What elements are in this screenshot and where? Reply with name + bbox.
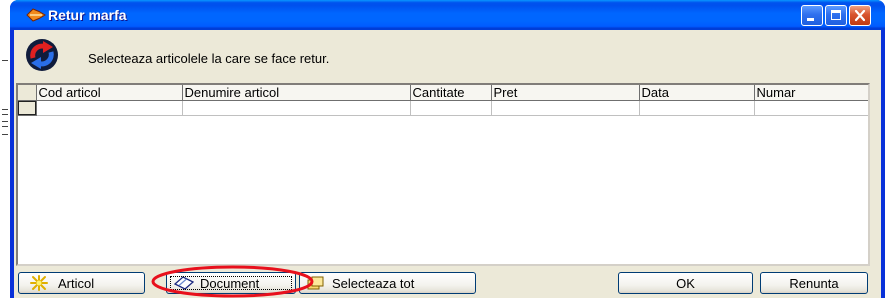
column-header-data[interactable]: Data xyxy=(639,85,755,101)
add-article-button[interactable]: Articol xyxy=(18,272,145,294)
items-grid[interactable]: Cod articol Denumire articol Cantitate P… xyxy=(16,83,870,266)
close-button[interactable] xyxy=(849,5,871,26)
instruction-text: Selecteaza articolele la care se face re… xyxy=(88,51,330,66)
select-all-button[interactable]: Selecteaza tot xyxy=(299,272,476,294)
column-header-pret[interactable]: Pret xyxy=(491,85,640,101)
cancel-button[interactable]: Renunta xyxy=(760,272,868,294)
cargo-icon xyxy=(26,8,46,22)
close-icon xyxy=(854,9,866,22)
column-header-denumire-articol[interactable]: Denumire articol xyxy=(182,85,411,101)
cell-numar[interactable] xyxy=(754,100,868,116)
maximize-icon xyxy=(831,10,841,20)
column-header-numar[interactable]: Numar xyxy=(754,85,868,101)
grid-indicator-header xyxy=(18,85,37,101)
cell-pret[interactable] xyxy=(491,100,640,116)
cell-cod-articol[interactable] xyxy=(36,100,183,116)
background-mark xyxy=(2,126,8,127)
background-mark xyxy=(2,60,8,61)
return-arrows-icon xyxy=(26,39,58,71)
cancel-label: Renunta xyxy=(789,275,839,291)
maximize-button[interactable] xyxy=(825,5,847,26)
cell-cantitate[interactable] xyxy=(410,100,492,116)
grid-header-row: Cod articol Denumire articol Cantitate P… xyxy=(18,85,868,101)
background-mark xyxy=(2,114,8,115)
select-all-label: Selecteaza tot xyxy=(332,275,415,291)
background-mark xyxy=(2,109,8,110)
minimize-icon xyxy=(807,18,814,21)
column-header-cantitate[interactable]: Cantitate xyxy=(410,85,492,101)
cell-denumire-articol[interactable] xyxy=(182,100,411,116)
sparkle-icon xyxy=(30,275,48,291)
background-mark xyxy=(2,134,8,135)
ok-label: OK xyxy=(676,275,695,291)
column-header-cod-articol[interactable]: Cod articol xyxy=(36,85,183,101)
background-mark xyxy=(2,121,8,122)
table-row[interactable] xyxy=(18,100,868,116)
add-article-label: Articol xyxy=(58,275,95,291)
annotation-highlight-ellipse xyxy=(151,265,314,298)
minimize-button[interactable] xyxy=(801,5,823,26)
window-title: Retur marfa xyxy=(48,7,127,23)
title-bar[interactable]: Retur marfa xyxy=(10,0,885,30)
cell-data[interactable] xyxy=(639,100,755,116)
ok-button[interactable]: OK xyxy=(618,272,753,294)
row-indicator[interactable] xyxy=(18,100,37,116)
